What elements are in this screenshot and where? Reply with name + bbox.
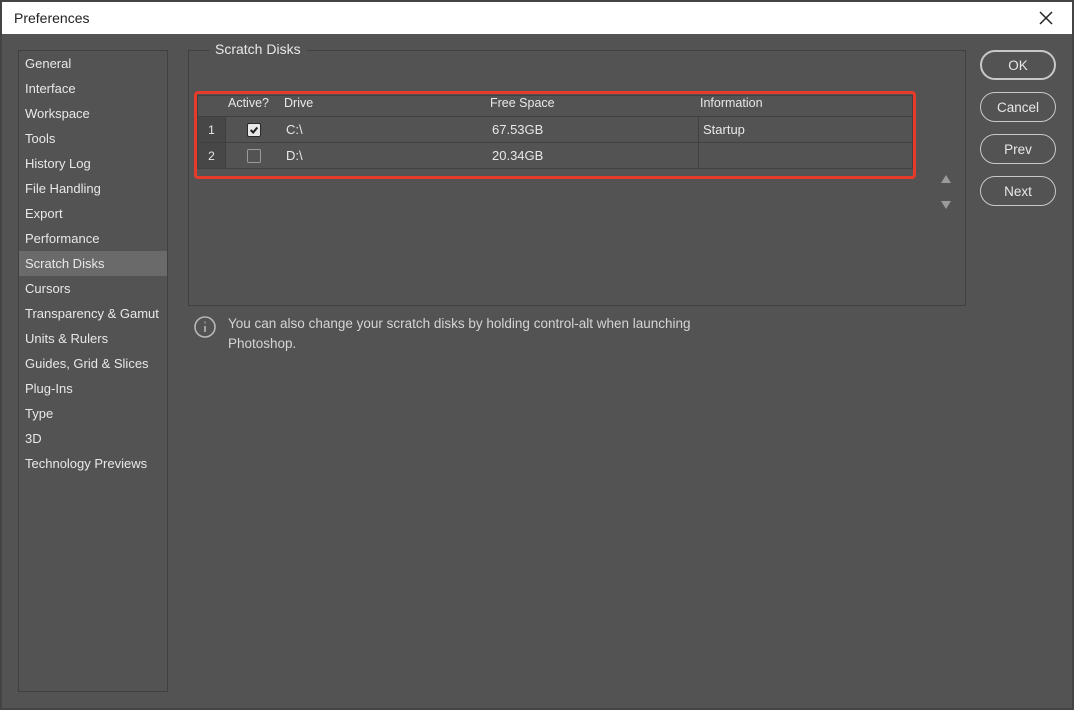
sidebar-item-technology-previews[interactable]: Technology Previews — [19, 451, 167, 476]
active-checkbox[interactable] — [247, 123, 261, 137]
reorder-buttons — [935, 171, 957, 213]
title-bar: Preferences — [0, 0, 1074, 34]
hint-text: You can also change your scratch disks b… — [228, 314, 748, 353]
prev-button[interactable]: Prev — [980, 134, 1056, 164]
disk-table: Active? Drive Free Space Information 1 C:… — [197, 95, 913, 169]
move-down-button[interactable] — [937, 197, 955, 213]
free-space-cell: 67.53GB — [488, 122, 698, 137]
information-cell: Startup — [698, 117, 912, 142]
information-cell — [698, 143, 912, 168]
sidebar-item-workspace[interactable]: Workspace — [19, 101, 167, 126]
drive-cell: C:\ — [282, 122, 488, 137]
triangle-up-icon — [940, 173, 952, 185]
sidebar-item-export[interactable]: Export — [19, 201, 167, 226]
window-title: Preferences — [14, 10, 89, 26]
drive-cell: D:\ — [282, 148, 488, 163]
scratch-disks-panel: Scratch Disks Active? Drive Free Space I… — [188, 50, 966, 306]
table-header: Active? Drive Free Space Information — [198, 96, 912, 116]
close-button[interactable] — [1032, 4, 1060, 32]
sidebar-item-interface[interactable]: Interface — [19, 76, 167, 101]
sidebar-item-transparency-gamut[interactable]: Transparency & Gamut — [19, 301, 167, 326]
table-row[interactable]: 2 D:\20.34GB — [198, 142, 912, 168]
info-icon — [192, 314, 218, 340]
triangle-down-icon — [940, 199, 952, 211]
sidebar-item-file-handling[interactable]: File Handling — [19, 176, 167, 201]
sidebar-item-history-log[interactable]: History Log — [19, 151, 167, 176]
sidebar-item-3d[interactable]: 3D — [19, 426, 167, 451]
sidebar-item-type[interactable]: Type — [19, 401, 167, 426]
sidebar-item-plug-ins[interactable]: Plug-Ins — [19, 376, 167, 401]
ok-button[interactable]: OK — [980, 50, 1056, 80]
preferences-body: GeneralInterfaceWorkspaceToolsHistory Lo… — [0, 34, 1074, 710]
hint-row: You can also change your scratch disks b… — [188, 306, 966, 361]
free-space-cell: 20.34GB — [488, 148, 698, 163]
panel-title: Scratch Disks — [209, 41, 307, 57]
row-index: 2 — [198, 143, 226, 168]
active-checkbox[interactable] — [247, 149, 261, 163]
sidebar-item-general[interactable]: General — [19, 51, 167, 76]
sidebar-item-scratch-disks[interactable]: Scratch Disks — [19, 251, 167, 276]
move-up-button[interactable] — [937, 171, 955, 187]
sidebar-item-performance[interactable]: Performance — [19, 226, 167, 251]
category-sidebar: GeneralInterfaceWorkspaceToolsHistory Lo… — [18, 50, 168, 692]
col-free-space: Free Space — [488, 96, 698, 116]
cancel-button[interactable]: Cancel — [980, 92, 1056, 122]
col-information: Information — [698, 96, 912, 116]
sidebar-item-units-rulers[interactable]: Units & Rulers — [19, 326, 167, 351]
sidebar-item-cursors[interactable]: Cursors — [19, 276, 167, 301]
sidebar-item-tools[interactable]: Tools — [19, 126, 167, 151]
close-icon — [1039, 11, 1053, 25]
col-active: Active? — [226, 96, 282, 116]
col-drive: Drive — [282, 96, 488, 116]
sidebar-item-guides-grid-slices[interactable]: Guides, Grid & Slices — [19, 351, 167, 376]
next-button[interactable]: Next — [980, 176, 1056, 206]
row-index: 1 — [198, 117, 226, 142]
table-row[interactable]: 1 C:\67.53GBStartup — [198, 116, 912, 142]
dialog-buttons: OK Cancel Prev Next — [980, 50, 1056, 206]
